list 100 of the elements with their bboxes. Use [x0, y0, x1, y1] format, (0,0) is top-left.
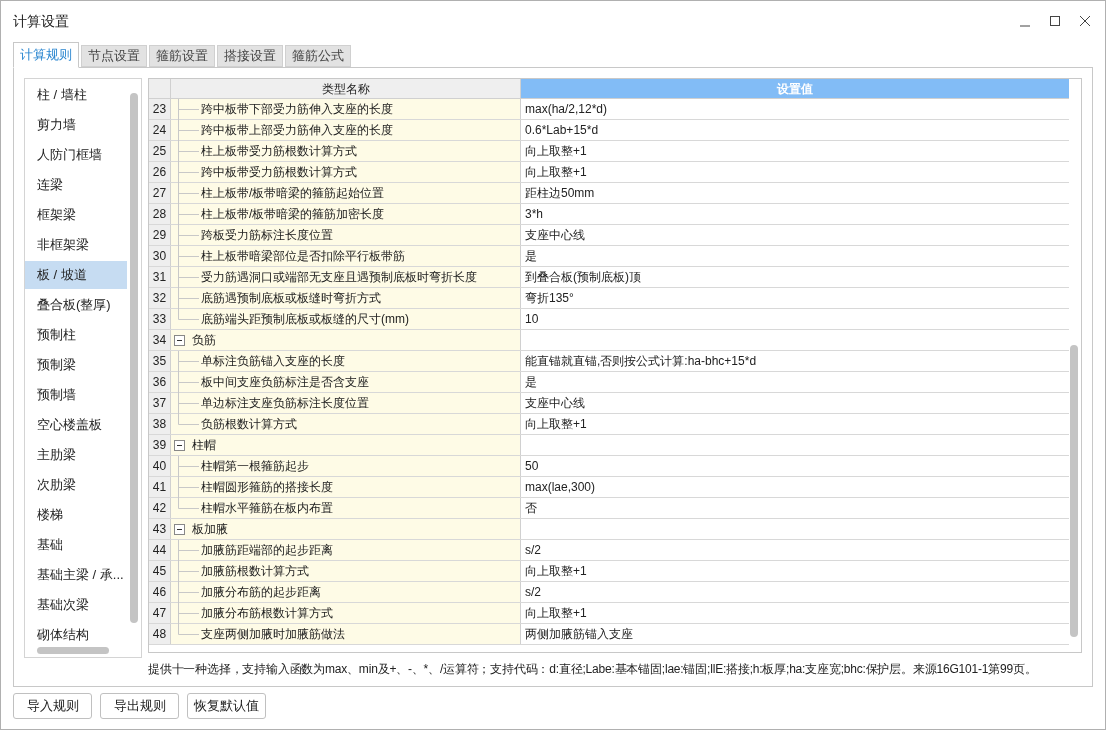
sidebar-item[interactable]: 基础次梁 — [25, 591, 127, 619]
row-number: 47 — [149, 603, 171, 623]
setting-name: 跨板受力筋标注长度位置 — [201, 227, 333, 244]
sidebar-item[interactable]: 柱 / 墙柱 — [25, 81, 127, 109]
setting-name: 加腋分布筋的起步距离 — [201, 584, 321, 601]
row-number: 39 — [149, 435, 171, 455]
sidebar-item[interactable]: 板 / 坡道 — [25, 261, 127, 289]
setting-value[interactable]: 向上取整+1 — [525, 163, 587, 181]
sidebar-item[interactable]: 框架梁 — [25, 201, 127, 229]
sidebar-item[interactable]: 预制柱 — [25, 321, 127, 349]
scrollbar[interactable] — [37, 647, 109, 654]
setting-name: 负筋根数计算方式 — [201, 416, 297, 433]
sidebar-item[interactable]: 楼梯 — [25, 501, 127, 529]
setting-name: 底筋遇预制底板或板缝时弯折方式 — [201, 290, 381, 307]
row-number: 30 — [149, 246, 171, 266]
column-header[interactable]: 类型名称 — [171, 79, 521, 98]
setting-value[interactable]: 向上取整+1 — [525, 142, 587, 160]
setting-name: 单标注负筋锚入支座的长度 — [201, 353, 345, 370]
row-number: 26 — [149, 162, 171, 182]
setting-value[interactable]: 弯折135° — [525, 289, 574, 307]
setting-name: 柱上板带/板带暗梁的箍筋起始位置 — [201, 185, 385, 202]
setting-name: 加腋筋根数计算方式 — [201, 563, 309, 580]
collapse-icon[interactable] — [174, 523, 185, 535]
setting-name: 跨中板带上部受力筋伸入支座的长度 — [201, 122, 393, 139]
sidebar-item[interactable]: 主肋梁 — [25, 441, 127, 469]
setting-value[interactable]: 到叠合板(预制底板)顶 — [525, 268, 641, 286]
setting-value[interactable]: max(lae,300) — [525, 478, 596, 496]
sidebar-item[interactable]: 非框架梁 — [25, 231, 127, 259]
sidebar-item[interactable]: 连梁 — [25, 171, 127, 199]
row-number: 33 — [149, 309, 171, 329]
row-number: 29 — [149, 225, 171, 245]
maximize-icon[interactable] — [1049, 15, 1061, 27]
setting-value[interactable]: 向上取整+1 — [525, 604, 587, 622]
setting-name: 加腋筋距端部的起步距离 — [201, 542, 333, 559]
sidebar-item[interactable]: 次肋梁 — [25, 471, 127, 499]
collapse-icon[interactable] — [174, 334, 185, 346]
row-number: 42 — [149, 498, 171, 518]
setting-name: 柱上板带受力筋根数计算方式 — [201, 143, 357, 160]
close-icon[interactable] — [1079, 15, 1091, 27]
setting-name: 跨中板带下部受力筋伸入支座的长度 — [201, 101, 393, 118]
setting-value[interactable]: 是 — [525, 373, 537, 391]
sidebar-item[interactable]: 预制梁 — [25, 351, 127, 379]
tab[interactable]: 箍筋设置 — [149, 45, 215, 67]
setting-value[interactable]: s/2 — [525, 541, 541, 559]
group-label: 板加腋 — [192, 521, 228, 538]
tab[interactable]: 计算规则 — [13, 42, 79, 68]
sidebar-item[interactable]: 基础 — [25, 531, 127, 559]
setting-value[interactable]: 50 — [525, 457, 539, 475]
scrollbar[interactable] — [130, 93, 138, 623]
setting-value[interactable]: 否 — [525, 499, 537, 517]
sidebar-item[interactable]: 叠合板(整厚) — [25, 291, 127, 319]
setting-value[interactable]: 距柱边50mm — [525, 184, 595, 202]
window-title: 计算设置 — [13, 11, 70, 31]
setting-value[interactable]: 向上取整+1 — [525, 562, 587, 580]
setting-value[interactable]: 是 — [525, 247, 537, 265]
row-number: 44 — [149, 540, 171, 560]
row-number: 46 — [149, 582, 171, 602]
row-number: 34 — [149, 330, 171, 350]
group-label: 柱帽 — [192, 437, 216, 454]
action-button[interactable]: 导出规则 — [100, 693, 179, 719]
setting-name: 板中间支座负筋标注是否含支座 — [201, 374, 369, 391]
collapse-icon[interactable] — [174, 439, 185, 451]
setting-value[interactable]: s/2 — [525, 583, 541, 601]
sidebar-item[interactable]: 基础主梁 / 承... — [25, 561, 127, 589]
setting-name: 加腋分布筋根数计算方式 — [201, 605, 333, 622]
action-button[interactable]: 导入规则 — [13, 693, 92, 719]
scrollbar[interactable] — [1070, 345, 1078, 637]
group-label: 负筋 — [192, 332, 216, 349]
row-number: 31 — [149, 267, 171, 287]
setting-value[interactable]: 0.6*Lab+15*d — [525, 121, 599, 139]
setting-name: 支座两侧加腋时加腋筋做法 — [201, 626, 345, 643]
hint-text: 提供十一种选择，支持输入函数为max、min及+、-、*、/运算符；支持代码：d:直径;Labe:基本锚固;lae:锚固;llE:搭接;h:板厚;ha:支座宽;bhc:保护层。来源16G101-1第99页。 — [148, 661, 1037, 678]
sidebar-item[interactable]: 人防门框墙 — [25, 141, 127, 169]
tab[interactable]: 箍筋公式 — [285, 45, 351, 67]
setting-value[interactable]: max(ha/2,12*d) — [525, 100, 608, 118]
setting-value[interactable]: 3*h — [525, 205, 544, 223]
sidebar-item[interactable]: 剪力墙 — [25, 111, 127, 139]
row-number: 25 — [149, 141, 171, 161]
setting-value[interactable]: 支座中心线 — [525, 394, 585, 412]
setting-value[interactable]: 支座中心线 — [525, 226, 585, 244]
setting-name: 柱帽水平箍筋在板内布置 — [201, 500, 333, 517]
row-number: 40 — [149, 456, 171, 476]
setting-value[interactable]: 10 — [525, 310, 539, 328]
row-number: 36 — [149, 372, 171, 392]
sidebar-item[interactable]: 砌体结构 — [25, 621, 127, 649]
setting-name: 柱帽第一根箍筋起步 — [201, 458, 309, 475]
setting-value[interactable]: 能直锚就直锚,否则按公式计算:ha-bhc+15*d — [525, 352, 757, 370]
setting-name: 柱上板带暗梁部位是否扣除平行板带筋 — [201, 248, 405, 265]
setting-value[interactable]: 两侧加腋筋锚入支座 — [525, 625, 633, 643]
action-button[interactable]: 恢复默认值 — [187, 693, 266, 719]
sidebar-item[interactable]: 预制墙 — [25, 381, 127, 409]
row-number: 48 — [149, 624, 171, 644]
tab[interactable]: 搭接设置 — [217, 45, 283, 67]
row-number: 45 — [149, 561, 171, 581]
tab[interactable]: 节点设置 — [81, 45, 147, 67]
row-number: 32 — [149, 288, 171, 308]
setting-value[interactable]: 向上取整+1 — [525, 415, 587, 433]
setting-name: 跨中板带受力筋根数计算方式 — [201, 164, 357, 181]
sidebar-item[interactable]: 空心楼盖板 — [25, 411, 127, 439]
setting-name: 受力筋遇洞口或端部无支座且遇预制底板时弯折长度 — [201, 269, 477, 286]
